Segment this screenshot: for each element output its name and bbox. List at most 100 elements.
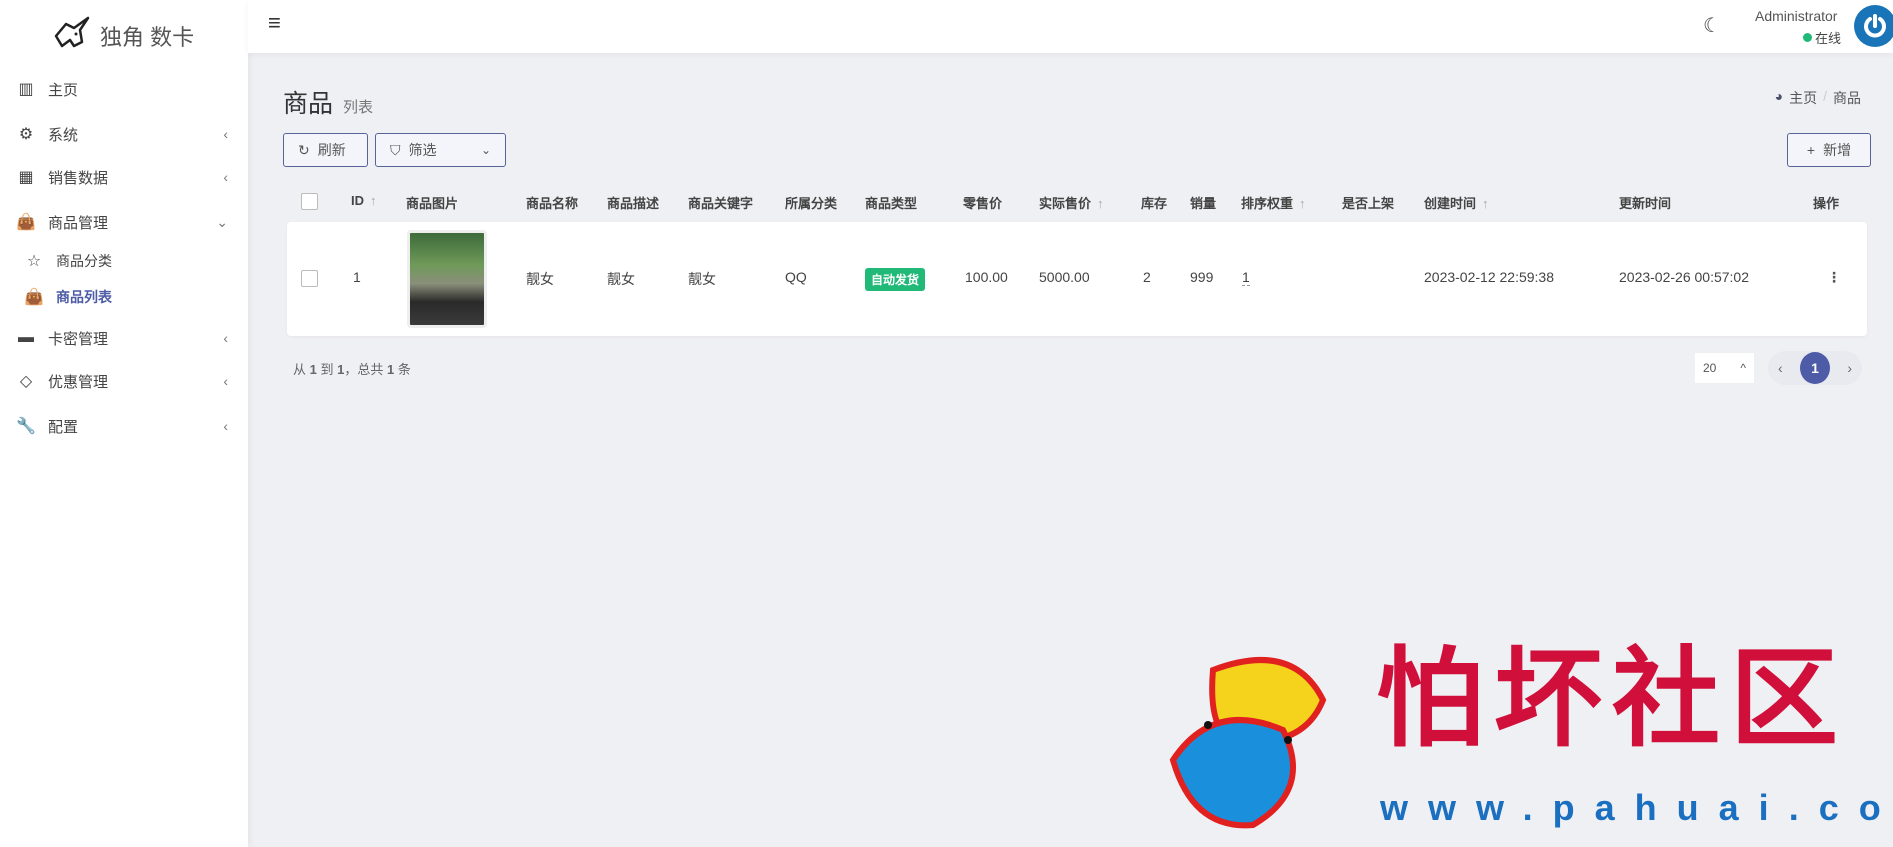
status-text: 在线: [1815, 31, 1842, 46]
select-all-checkbox[interactable]: [301, 193, 318, 210]
page-title-text: 商品: [283, 90, 334, 118]
per-page-value: 20: [1703, 361, 1717, 375]
user-name[interactable]: Administrator: [1755, 8, 1837, 24]
breadcrumb-separator: /: [1823, 88, 1827, 104]
refresh-label: 刷新: [317, 142, 346, 158]
col-sales: 销量: [1190, 196, 1217, 211]
col-description: 商品描述: [607, 196, 660, 211]
cell-category: QQ: [785, 269, 807, 285]
watermark-fish-logo: [1153, 640, 1348, 838]
filter-button[interactable]: ⛉ 筛选 ⌄: [375, 133, 506, 167]
sidebar-item-discount-management[interactable]: ◇ 优惠管理 ‹: [0, 363, 248, 399]
table-row: 1 靓女 靓女 靓女 QQ 自动发货 100.00 5000.00 2 999 …: [287, 222, 1867, 336]
sidebar-item-card-management[interactable]: ▬ 卡密管理 ‹: [0, 320, 248, 356]
col-image: 商品图片: [406, 196, 459, 211]
watermark-url: www.pahuai.com: [1380, 787, 1893, 828]
sort-arrow-icon[interactable]: ↑: [1097, 196, 1104, 211]
credit-card-icon: ▬: [18, 329, 34, 346]
sort-arrow-icon[interactable]: ↑: [1482, 196, 1489, 211]
product-image[interactable]: [407, 230, 487, 328]
chevron-left-icon: ‹: [223, 373, 228, 389]
sidebar-item-label: 卡密管理: [48, 330, 109, 348]
filter-icon: ⛉: [390, 141, 401, 158]
sort-arrow-icon[interactable]: ↑: [370, 193, 377, 208]
dark-mode-moon-icon[interactable]: ☾: [1703, 13, 1721, 38]
cell-sales: 999: [1190, 269, 1214, 285]
sidebar-item-system[interactable]: ⚙ 系统 ‹: [0, 116, 248, 152]
chevron-left-icon: ‹: [223, 330, 228, 346]
cell-description: 靓女: [607, 271, 635, 287]
chevron-left-icon: ‹: [223, 169, 228, 185]
breadcrumb-current: 商品: [1833, 90, 1861, 106]
table-icon: ▦: [18, 169, 34, 186]
gear-icon: ⚙: [18, 126, 34, 143]
per-page-select[interactable]: 20 ^: [1695, 353, 1754, 383]
sidebar-item-label: 商品分类: [56, 253, 112, 269]
page-1-button[interactable]: 1: [1800, 352, 1830, 384]
sidebar-item-label: 商品列表: [56, 289, 112, 305]
cell-sort-weight-editable[interactable]: 1: [1242, 269, 1250, 286]
cell-created: 2023-02-12 22:59:38: [1424, 269, 1554, 285]
sort-arrow-icon[interactable]: ↑: [1299, 196, 1306, 211]
col-sort-weight[interactable]: 排序权重 ↑: [1241, 193, 1306, 212]
refresh-icon: ↻: [298, 141, 310, 158]
more-actions-icon[interactable]: ⋮: [1827, 269, 1841, 286]
prev-page-button[interactable]: ‹: [1778, 360, 1783, 376]
refresh-button[interactable]: ↻ 刷新: [283, 133, 368, 167]
sidebar-item-label: 优惠管理: [48, 373, 109, 391]
table-header: ID ↑ 商品图片 商品名称 商品描述 商品关键字 所属分类 商品类型 零售价 实…: [287, 181, 1867, 222]
cell-stock: 2: [1143, 269, 1151, 285]
sidebar-item-label: 系统: [48, 126, 79, 144]
row-checkbox[interactable]: [301, 270, 318, 287]
col-type: 商品类型: [865, 196, 918, 211]
cell-id: 1: [353, 269, 361, 285]
shopping-bag-icon: 👜: [24, 289, 44, 306]
col-created[interactable]: 创建时间 ↑: [1424, 193, 1489, 212]
sidebar-item-home[interactable]: ▥ 主页: [0, 71, 248, 107]
watermark-title: 怕坏社区: [1376, 636, 1849, 762]
logo[interactable]: 独角 数卡: [52, 16, 194, 56]
col-retail-price: 零售价: [963, 196, 1003, 211]
shopping-bag-icon: 👜: [16, 214, 36, 231]
sidebar-item-product-list[interactable]: 👜 商品列表: [0, 279, 248, 315]
sidebar-item-sales-data[interactable]: ▦ 销售数据 ‹: [0, 159, 248, 195]
sidebar: 独角 数卡 ▥ 主页 ⚙ 系统 ‹ ▦ 销售数据 ‹ 👜 商品管理 ⌄ ☆ 商品分类 👜 商品列表…: [0, 0, 248, 847]
user-status: 在线: [1803, 28, 1841, 47]
chevron-down-icon: ⌄: [480, 143, 491, 157]
page-subtitle: 列表: [343, 99, 374, 116]
cell-keywords: 靓女: [688, 271, 716, 287]
chevron-left-icon: ‹: [223, 418, 228, 434]
wrench-icon: 🔧: [16, 418, 36, 435]
sidebar-item-label: 商品管理: [48, 214, 109, 232]
bar-chart-icon: ▥: [18, 81, 34, 98]
type-badge: 自动发货: [865, 268, 926, 291]
breadcrumb-home[interactable]: 主页: [1789, 88, 1817, 108]
add-label: 新增: [1823, 142, 1852, 158]
cell-updated: 2023-02-26 00:57:02: [1619, 269, 1749, 285]
logo-text: 独角 数卡: [100, 25, 195, 50]
sidebar-item-product-management[interactable]: 👜 商品管理 ⌄: [0, 204, 248, 240]
menu-toggle-icon[interactable]: ≡: [268, 10, 281, 36]
cell-retail-price: 100.00: [965, 269, 1008, 285]
sidebar-item-label: 销售数据: [48, 169, 109, 187]
col-id[interactable]: ID ↑: [351, 193, 377, 208]
next-page-button[interactable]: ›: [1847, 360, 1852, 376]
sidebar-item-config[interactable]: 🔧 配置 ‹: [0, 408, 248, 444]
chevron-left-icon: ‹: [223, 126, 228, 142]
chevron-down-icon: ⌄: [216, 213, 228, 230]
unicorn-icon: [52, 16, 92, 56]
power-icon: [1864, 14, 1886, 38]
sidebar-item-product-category[interactable]: ☆ 商品分类: [0, 243, 248, 279]
diamond-icon: ◇: [19, 373, 33, 390]
col-on-shelf: 是否上架: [1342, 196, 1395, 211]
col-category: 所属分类: [785, 196, 838, 211]
sidebar-item-label: 配置: [48, 418, 79, 436]
cell-actual-price: 5000.00: [1039, 269, 1090, 285]
chevron-up-icon: ^: [1740, 361, 1746, 375]
cell-name: 靓女: [526, 271, 554, 287]
add-button[interactable]: + 新增: [1787, 133, 1871, 167]
avatar[interactable]: [1854, 5, 1893, 47]
filter-label: 筛选: [408, 142, 437, 158]
plus-icon: +: [1806, 142, 1816, 158]
col-actual-price[interactable]: 实际售价 ↑: [1039, 193, 1104, 212]
